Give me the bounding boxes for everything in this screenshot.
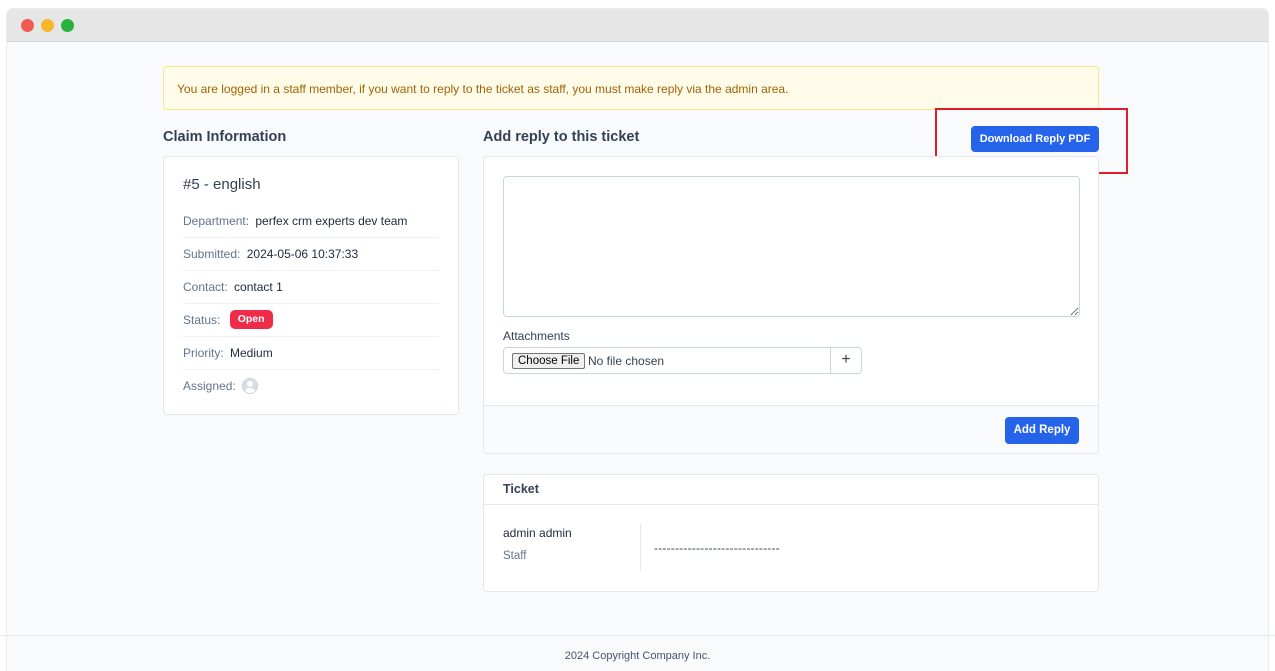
priority-label: Priority: bbox=[183, 346, 224, 360]
ticket-card-header: Ticket bbox=[484, 475, 1098, 505]
add-attachment-plus-icon[interactable]: + bbox=[830, 348, 861, 373]
attachments-label: Attachments bbox=[503, 329, 570, 343]
ticket-divider bbox=[640, 524, 641, 571]
contact-label: Contact: bbox=[183, 280, 228, 294]
ticket-author-role: Staff bbox=[503, 550, 527, 562]
reply-message-textarea[interactable] bbox=[503, 176, 1080, 317]
submitted-label: Submitted: bbox=[183, 247, 241, 261]
contact-value: contact 1 bbox=[234, 280, 283, 294]
ticket-subject: #5 - english bbox=[183, 176, 261, 193]
choose-file-button[interactable]: Choose File bbox=[512, 353, 586, 369]
submitted-row: Submitted: 2024-05-06 10:37:33 bbox=[183, 238, 439, 271]
assigned-row: Assigned: bbox=[183, 370, 439, 403]
department-label: Department: bbox=[183, 214, 250, 228]
assigned-avatar-icon bbox=[242, 377, 259, 394]
reply-form-footer: Add Reply bbox=[484, 405, 1098, 453]
contact-row: Contact: contact 1 bbox=[183, 271, 439, 304]
footer-copyright: 2024 Copyright Company Inc. bbox=[564, 650, 711, 662]
reply-form-card: Attachments Choose File No file chosen +… bbox=[483, 156, 1099, 454]
add-reply-title: Add reply to this ticket bbox=[483, 129, 640, 145]
add-reply-button[interactable]: Add Reply bbox=[1005, 417, 1079, 444]
maximize-window-dot[interactable] bbox=[61, 19, 74, 32]
department-value: perfex crm experts dev team bbox=[255, 214, 408, 228]
attachment-file-input: Choose File No file chosen + bbox=[503, 347, 862, 374]
staff-notice-alert: You are logged in a staff member, if you… bbox=[163, 66, 1099, 110]
footer-divider bbox=[0, 635, 1275, 636]
ticket-message-body: ------------------------------ bbox=[654, 541, 780, 555]
window-titlebar bbox=[7, 9, 1268, 42]
status-row: Status: Open bbox=[183, 304, 439, 337]
department-row: Department: perfex crm experts dev team bbox=[183, 205, 439, 238]
close-window-dot[interactable] bbox=[21, 19, 34, 32]
status-badge: Open bbox=[229, 310, 273, 330]
ticket-author-name: admin admin bbox=[503, 526, 572, 540]
submitted-value: 2024-05-06 10:37:33 bbox=[246, 247, 359, 261]
ticket-thread-card: Ticket admin admin Staff ---------------… bbox=[483, 474, 1099, 592]
claim-information-title: Claim Information bbox=[163, 129, 287, 145]
status-label: Status: bbox=[183, 313, 221, 327]
priority-row: Priority: Medium bbox=[183, 337, 439, 370]
assigned-label: Assigned: bbox=[183, 379, 236, 393]
claim-info-card: #5 - english Department: perfex crm expe… bbox=[163, 156, 459, 415]
minimize-window-dot[interactable] bbox=[41, 19, 54, 32]
no-file-chosen-text: No file chosen bbox=[588, 354, 665, 368]
priority-value: Medium bbox=[230, 346, 273, 360]
